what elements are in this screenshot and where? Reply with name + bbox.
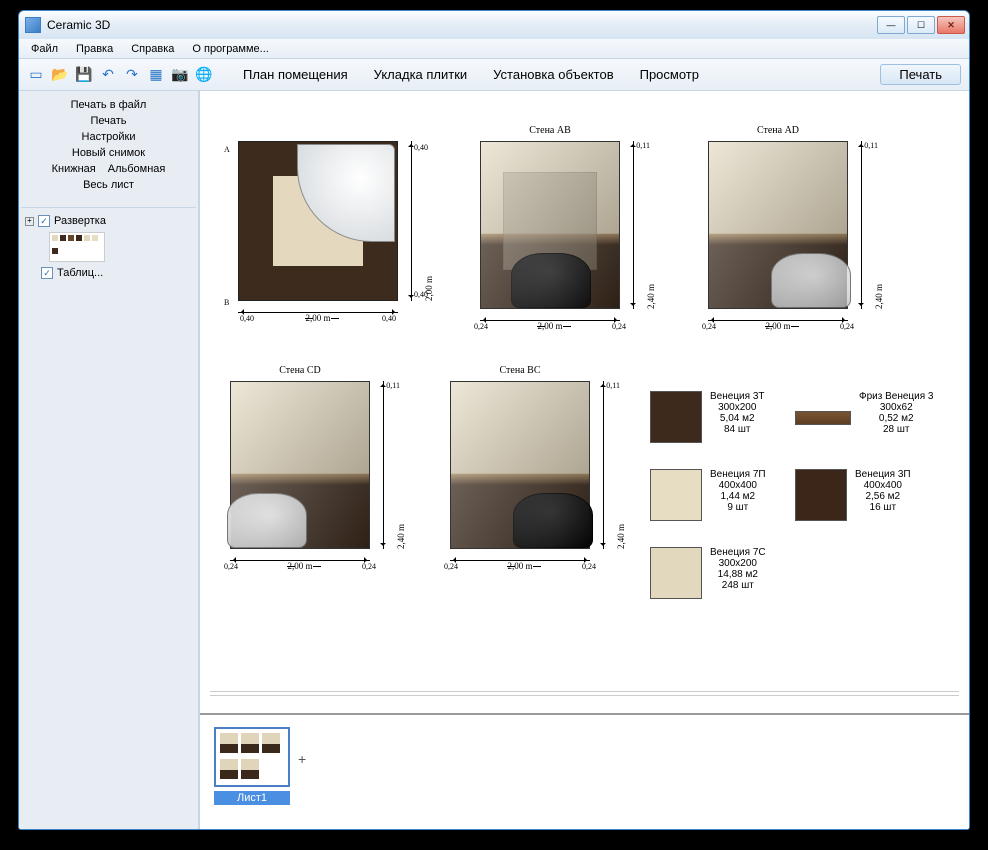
tab-objects[interactable]: Установка объектов xyxy=(483,64,623,85)
checkbox-icon[interactable]: ✓ xyxy=(38,215,50,227)
tile-swatch xyxy=(650,547,702,599)
sidebar-landscape[interactable]: Альбомная xyxy=(108,163,166,175)
open-icon[interactable]: 📂 xyxy=(51,66,69,83)
tab-print[interactable]: Печать xyxy=(880,64,961,85)
menu-about[interactable]: О программе... xyxy=(184,41,276,57)
separator xyxy=(210,695,959,696)
wall-bc[interactable]: Стена BC 2,00 m 0,24 0,24 2,40 m 0,11 xyxy=(450,381,590,549)
menu-help[interactable]: Справка xyxy=(123,41,182,57)
tree-item-unfold[interactable]: + ✓ Развертка xyxy=(21,214,196,228)
sidebar-settings[interactable]: Настройки xyxy=(29,129,188,145)
tab-tile[interactable]: Укладка плитки xyxy=(364,64,478,85)
tile-swatch xyxy=(650,391,702,443)
tab-plan[interactable]: План помещения xyxy=(233,64,358,85)
tile-swatch xyxy=(795,469,847,521)
maximize-button[interactable]: ☐ xyxy=(907,16,935,34)
menu-file[interactable]: Файл xyxy=(23,41,66,57)
page-label[interactable]: Лист1 xyxy=(214,791,290,805)
tree-item-table[interactable]: ✓ Таблиц... xyxy=(37,266,196,280)
calc-icon[interactable]: ▦ xyxy=(147,66,165,83)
page-strip: Лист1 + xyxy=(200,713,969,829)
tile-entry: Венеция 7П400х4001,44 м29 шт xyxy=(650,469,766,521)
bathtub-object xyxy=(771,253,851,308)
undo-icon[interactable]: ↶ xyxy=(99,66,117,83)
bathtub-object xyxy=(227,493,307,548)
redo-icon[interactable]: ↷ xyxy=(123,66,141,83)
sidebar-portrait[interactable]: Книжная xyxy=(52,163,96,175)
tree-thumb[interactable] xyxy=(49,232,105,262)
sidebar-print-to-file[interactable]: Печать в файл xyxy=(29,97,188,113)
close-button[interactable]: ✕ xyxy=(937,16,965,34)
titlebar[interactable]: Ceramic 3D — ☐ ✕ xyxy=(19,11,969,39)
sidebar-whole-sheet[interactable]: Весь лист xyxy=(29,177,188,193)
save-icon[interactable]: 💾 xyxy=(75,66,93,83)
sidebar-new-snapshot[interactable]: Новый снимок xyxy=(29,145,188,161)
bathtub-object xyxy=(513,493,593,548)
tab-preview[interactable]: Просмотр xyxy=(630,64,709,85)
toolbar: ▭ 📂 💾 ↶ ↷ ▦ 📷 🌐 План помещения Укладка п… xyxy=(19,59,969,91)
separator xyxy=(210,691,959,692)
sidebar: Печать в файл Печать Настройки Новый сни… xyxy=(19,91,199,829)
menu-edit[interactable]: Правка xyxy=(68,41,121,57)
tile-entry: Фриз Венеция 3300х620,52 м228 шт xyxy=(795,391,934,435)
tile-entry: Венеция 7С300х20014,88 м2248 шт xyxy=(650,547,766,599)
expand-icon[interactable]: + xyxy=(25,217,34,226)
new-icon[interactable]: ▭ xyxy=(27,66,45,83)
app-icon xyxy=(25,17,41,33)
tile-swatch xyxy=(795,411,851,425)
minimize-button[interactable]: — xyxy=(877,16,905,34)
globe-icon[interactable]: 🌐 xyxy=(195,66,213,83)
preview-canvas[interactable]: A B 2,00 m 0,40 0,40 2,00 m 0,40 0,40 Ст… xyxy=(199,91,969,829)
tile-entry: Венеция 3П400х4002,56 м216 шт xyxy=(795,469,911,521)
bathtub-object xyxy=(511,253,591,308)
app-window: Ceramic 3D — ☐ ✕ Файл Правка Справка О п… xyxy=(18,10,970,830)
menubar: Файл Правка Справка О программе... xyxy=(19,39,969,59)
add-page-button[interactable]: + xyxy=(298,751,306,767)
tile-swatch xyxy=(650,469,702,521)
wall-cd[interactable]: Стена CD 2,00 m 0,24 0,24 2,40 m 0,11 xyxy=(230,381,370,549)
wall-ab[interactable]: Стена AB 2,00 m 0,24 0,24 2,40 m 0,11 xyxy=(480,141,620,309)
checkbox-icon[interactable]: ✓ xyxy=(41,267,53,279)
wall-ad[interactable]: Стена AD 2,00 m 0,24 0,24 2,40 m 0,11 xyxy=(708,141,848,309)
page-thumbnail[interactable] xyxy=(214,727,290,787)
plan-view[interactable]: A B 2,00 m 0,40 0,40 2,00 m 0,40 0,40 xyxy=(238,141,398,301)
window-title: Ceramic 3D xyxy=(47,18,110,32)
sidebar-print[interactable]: Печать xyxy=(29,113,188,129)
camera-icon[interactable]: 📷 xyxy=(171,66,189,83)
tile-entry: Венеция 3Т300х2005,04 м284 шт xyxy=(650,391,765,443)
